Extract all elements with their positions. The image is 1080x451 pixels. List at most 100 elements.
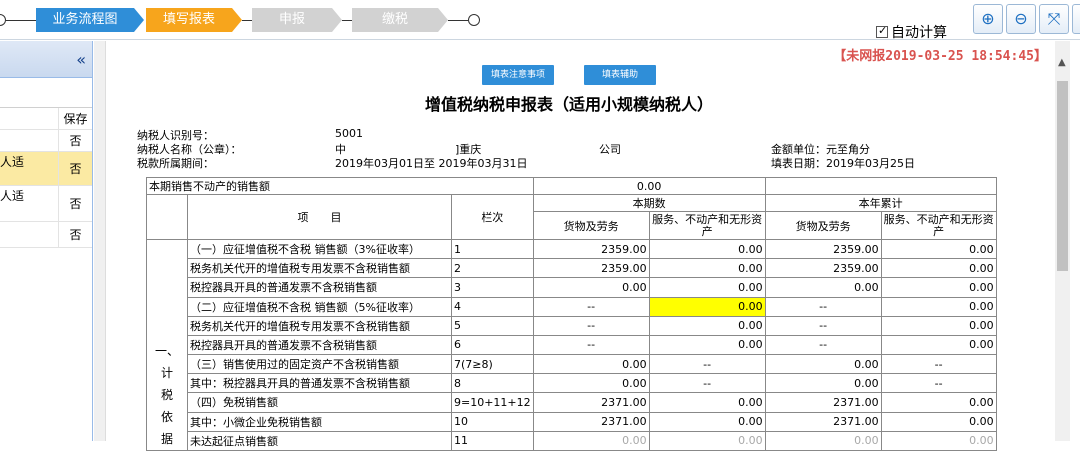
step-declare[interactable]: 申报 xyxy=(252,8,332,32)
step-arrow xyxy=(332,8,342,32)
assist-button[interactable]: 填表辅助 xyxy=(584,65,656,85)
table-row: 一、计税依据（一）应征增值税不含税 销售额（3%征收率） 1 2359.00 0.00… xyxy=(146,238,997,451)
table-row: 其中：小微企业免税销售额 10 2371.00 0.00 2371.00 0.00 xyxy=(147,411,997,432)
section-char: 计 xyxy=(160,366,173,380)
vat-declaration-table: 本期销售不动产的销售额 0.00 项 目 栏次 本期数 本年累计 货物及劳务 服… xyxy=(146,177,997,451)
section-char: 一、 xyxy=(154,344,179,358)
step-bar: 业务流程图 填写报表 申报 缴税 自动计算 ⊕ ⊖ ⤧ xyxy=(0,0,1080,42)
step-pay-tax[interactable]: 缴税 xyxy=(352,8,438,32)
scrollbar-thumb[interactable] xyxy=(1057,81,1068,271)
amount-cell[interactable]: 0.00 xyxy=(880,411,997,432)
amount-cell[interactable]: 0.00 xyxy=(880,238,997,260)
amount-cell[interactable]: 2371.00 xyxy=(532,411,650,432)
list-item-selected[interactable]: 人适 否 xyxy=(0,152,92,186)
panel-header: « xyxy=(0,41,92,78)
table-row: 其中：税控器具开具的普通发票不含税销售额 8 0.00 -- 0.00 -- xyxy=(147,373,997,394)
collapse-icon[interactable]: « xyxy=(76,50,86,69)
list-header-row: 保存 xyxy=(0,108,92,130)
amount-cell[interactable]: 2371.00 xyxy=(764,411,882,432)
amount-cell[interactable]: 2371.00 xyxy=(764,392,882,413)
step-end-circle xyxy=(468,14,480,26)
amount-cell[interactable]: 2371.00 xyxy=(532,392,650,413)
amount-cell[interactable]: 0.00 xyxy=(764,354,882,375)
step-arrow xyxy=(134,8,144,32)
amount-cell[interactable]: 0.00 xyxy=(648,392,766,413)
amount-cell[interactable]: 0.00 xyxy=(532,354,650,375)
amount-cell[interactable]: 0.00 xyxy=(764,277,882,298)
step-connector xyxy=(242,20,252,21)
amount-cell[interactable]: 0.00 xyxy=(532,373,650,394)
scroll-up-icon[interactable]: ▲ xyxy=(1058,57,1066,68)
step-flowchart[interactable]: 业务流程图 xyxy=(36,8,134,32)
table-row: 税控器具开具的普通发票不含税销售额 6 -- 0.00 -- 0.00 xyxy=(147,334,997,356)
amount-cell[interactable]: 0.00 xyxy=(532,277,650,298)
amount-cell[interactable]: 0.00 xyxy=(648,411,766,432)
row-label: 税控器具开具的普通发票不含税销售额 xyxy=(187,334,452,356)
table-row: 税控器具开具的普通发票不含税销售额 3 0.00 0.00 0.00 0.00 xyxy=(147,277,997,298)
amount-cell: -- xyxy=(532,296,650,317)
splitter[interactable] xyxy=(94,41,106,441)
row-number: 2 xyxy=(451,258,534,279)
report-list-panel: « 保存 否 人适 否 人适 否 否 xyxy=(0,41,93,441)
row-number: 4 xyxy=(451,296,534,317)
vertical-scrollbar[interactable]: ▲ xyxy=(1055,41,1070,441)
zoom-in-icon: ⊕ xyxy=(981,9,995,28)
column-header: 服务、不动产和无形资产 xyxy=(648,211,766,240)
section-char: 据 xyxy=(160,432,173,446)
column-header: 服务、不动产和无形资产 xyxy=(880,211,997,240)
notice-button[interactable]: 填表注意事项 xyxy=(482,65,554,85)
row-number: 6 xyxy=(451,334,534,356)
auto-calc-label: 自动计算 xyxy=(891,25,947,41)
table-row: （四）免税销售额 9=10+11+12 2371.00 0.00 2371.00 0.00 xyxy=(147,392,997,413)
row-label: （四）免税销售额 xyxy=(187,392,452,413)
section-label: 一、计税依据 xyxy=(146,239,188,451)
list-item[interactable]: 否 xyxy=(0,222,92,248)
amount-cell: -- xyxy=(764,334,882,356)
section-char: 依 xyxy=(160,410,173,424)
zoom-in-button[interactable]: ⊕ xyxy=(973,4,1003,34)
amount-cell[interactable]: 0.00 xyxy=(648,238,766,260)
list-item[interactable]: 否 xyxy=(0,130,92,152)
auto-calc-checkbox[interactable]: 自动计算 xyxy=(876,22,947,42)
row-number: 9=10+11+12 xyxy=(451,392,534,413)
row-number: 1 xyxy=(451,238,534,260)
amount-cell[interactable]: 0.00 xyxy=(764,373,882,394)
row-number: 8 xyxy=(451,373,534,394)
row-number: 7(7≥8) xyxy=(451,354,534,375)
zoom-out-icon: ⊖ xyxy=(1014,9,1028,28)
zoom-out-button[interactable]: ⊖ xyxy=(1006,4,1036,34)
amount-cell[interactable]: 0.00 xyxy=(880,296,997,317)
amount-cell[interactable]: 0.00 xyxy=(648,334,766,356)
step-connector xyxy=(342,20,352,21)
more-button[interactable] xyxy=(1072,4,1080,34)
period-label: 税款所属期间： xyxy=(137,157,214,170)
amount-cell[interactable]: 0.00 xyxy=(880,392,997,413)
report-status: 【未网报2019-03-25 18:54:45】 xyxy=(833,49,1047,64)
amount-cell[interactable]: 0.00 xyxy=(648,296,766,317)
table-row: 税务机关代开的增值税专用发票不含税销售额 5 -- 0.00 -- 0.00 xyxy=(147,315,997,336)
amount-cell: -- xyxy=(880,354,997,375)
row-label: 税控器具开具的普通发票不含税销售额 xyxy=(187,277,452,298)
checkbox-checked-icon[interactable] xyxy=(876,24,888,38)
row-label: （三）销售使用过的固定资产不含税销售额 xyxy=(187,354,452,375)
column-header: 货物及劳务 xyxy=(532,211,650,240)
amount-cell[interactable]: 2359.00 xyxy=(764,258,882,279)
amount-cell[interactable]: 0.00 xyxy=(880,334,997,356)
table-cell[interactable]: 0.00 xyxy=(532,177,766,195)
amount-cell[interactable]: 0.00 xyxy=(880,277,997,298)
amount-cell[interactable]: 2359.00 xyxy=(532,238,650,260)
amount-cell[interactable]: 0.00 xyxy=(648,277,766,298)
amount-cell: -- xyxy=(880,373,997,394)
row-number: 3 xyxy=(451,277,534,298)
step-fill-report[interactable]: 填写报表 xyxy=(146,8,232,32)
table-row: 税务机关代开的增值税专用发票不含税销售额 2 2359.00 0.00 2359.00 0… xyxy=(147,258,997,279)
amount-cell[interactable]: 0.00 xyxy=(648,258,766,279)
amount-cell[interactable]: 0.00 xyxy=(880,315,997,336)
amount-cell[interactable]: 2359.00 xyxy=(532,258,650,279)
list-item[interactable]: 人适 否 xyxy=(0,186,92,222)
amount-cell[interactable]: 0.00 xyxy=(648,315,766,336)
amount-cell[interactable]: 0.00 xyxy=(880,258,997,279)
column-header: 栏次 xyxy=(451,194,534,240)
amount-cell[interactable]: 2359.00 xyxy=(764,238,882,260)
fit-screen-button[interactable]: ⤧ xyxy=(1039,4,1069,34)
